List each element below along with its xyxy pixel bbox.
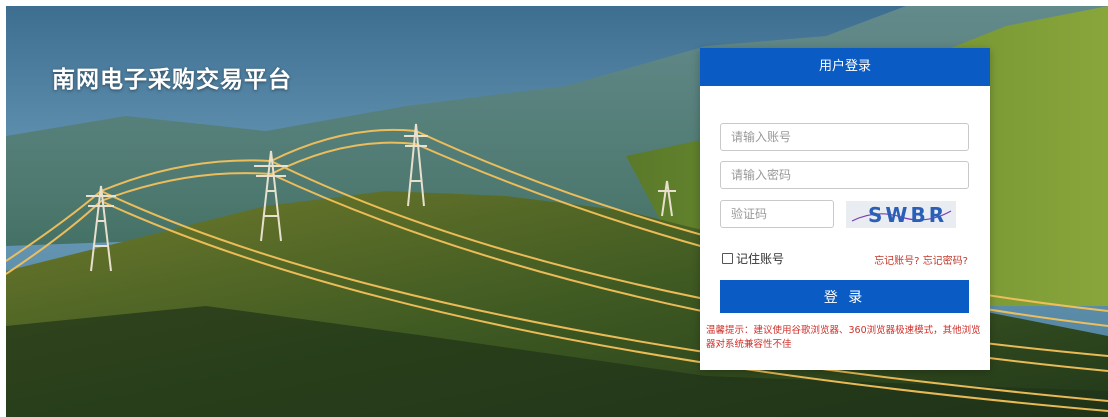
- forgot-links: 忘记账号? 忘记密码?: [874, 252, 968, 267]
- site-title: 南网电子采购交易平台: [52, 67, 292, 93]
- captcha-image[interactable]: SWBR: [846, 201, 956, 228]
- remember-account-checkbox[interactable]: 记住账号: [722, 250, 784, 267]
- login-header: 用户登录: [700, 48, 990, 86]
- account-input[interactable]: [720, 123, 969, 151]
- login-button[interactable]: 登 录: [720, 280, 969, 313]
- forgot-password-link[interactable]: 忘记密码?: [923, 256, 968, 267]
- captcha-input[interactable]: [720, 200, 834, 228]
- captcha-text: SWBR: [868, 203, 947, 227]
- password-input[interactable]: [720, 161, 969, 189]
- checkbox-icon[interactable]: [722, 253, 733, 264]
- browser-tip: 温馨提示：建议使用谷歌浏览器、360浏览器极速模式，其他浏览器对系统兼容性不佳: [706, 325, 981, 350]
- forgot-account-link[interactable]: 忘记账号?: [874, 256, 919, 267]
- login-panel: 用户登录 SWBR 记住账号 忘记账号? 忘记密码? 登 录 温馨提示：建议使用…: [700, 48, 990, 370]
- remember-account-label: 记住账号: [736, 252, 785, 266]
